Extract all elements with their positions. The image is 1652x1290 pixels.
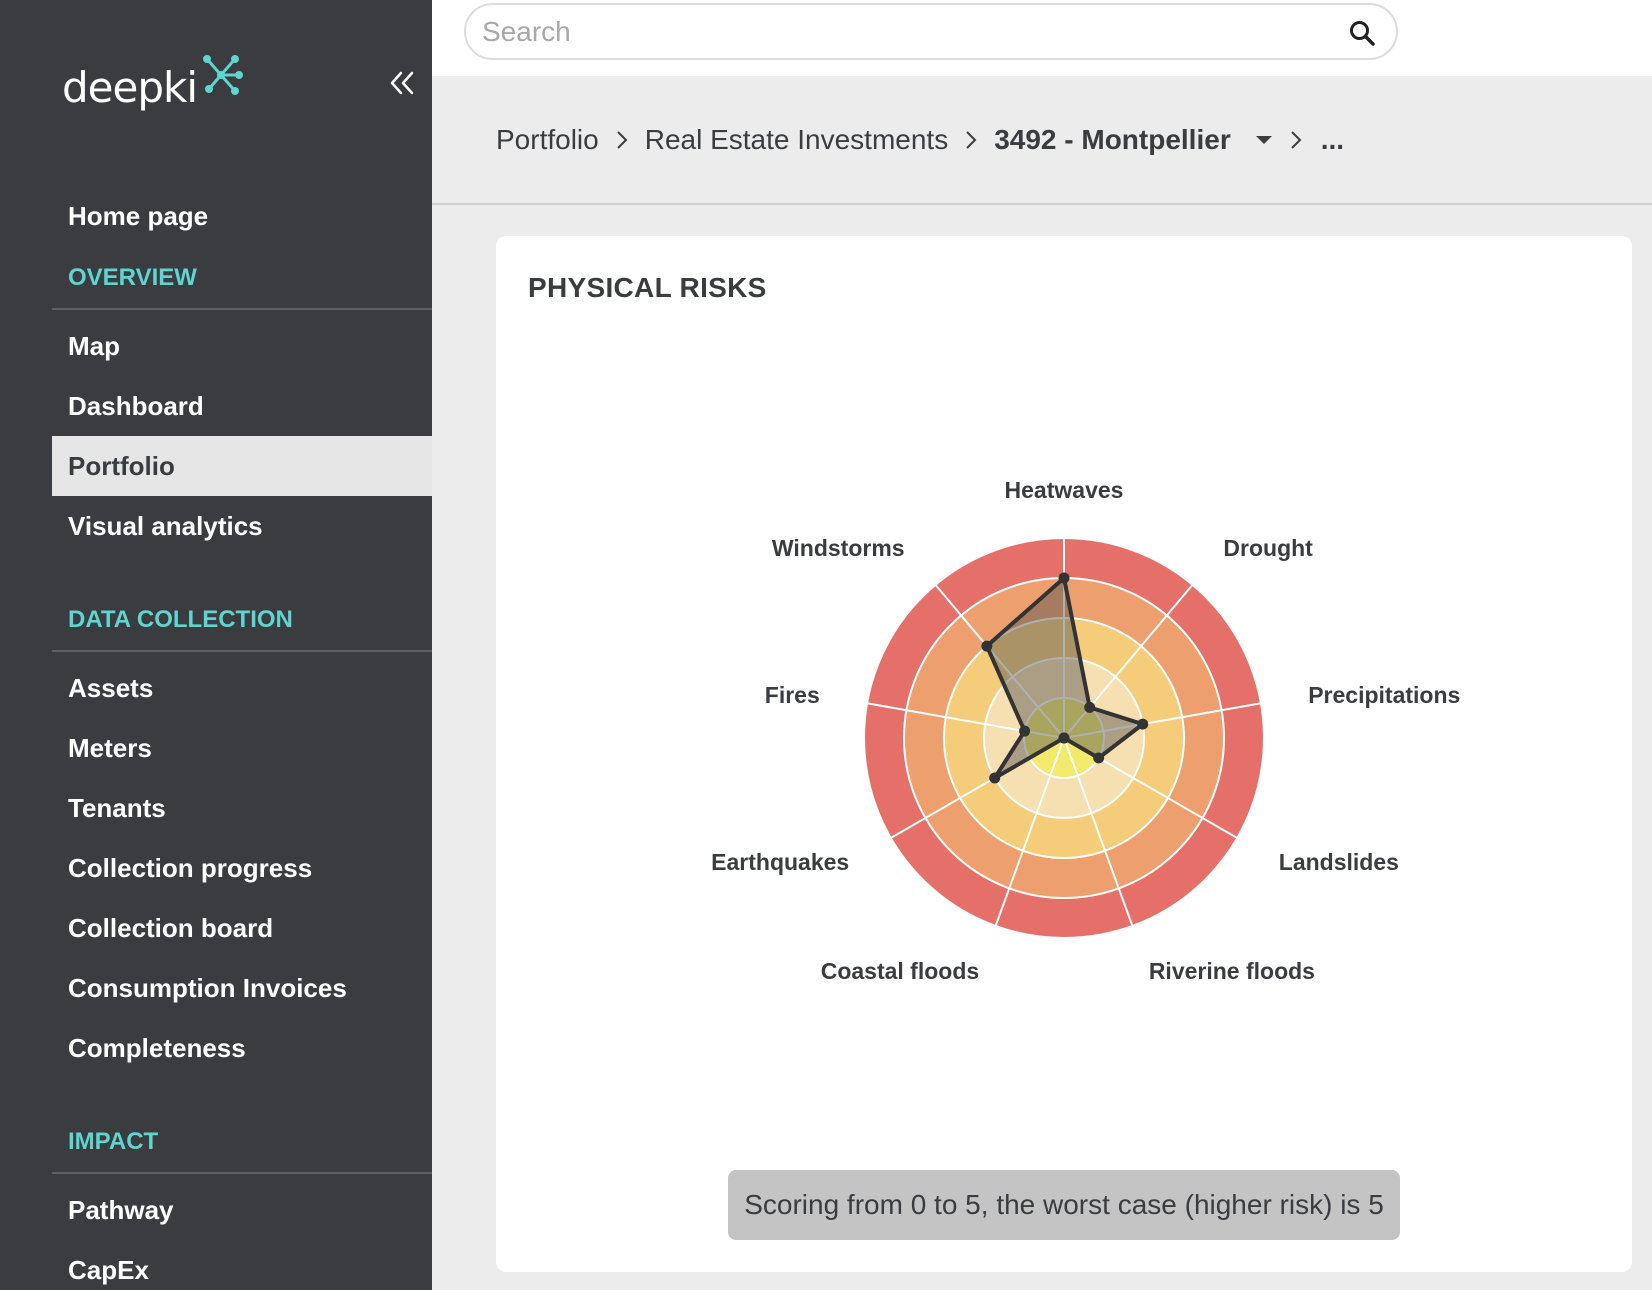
radar-axis-label: Precipitations (1308, 682, 1460, 708)
search-icon[interactable] (1348, 19, 1376, 47)
divider (432, 203, 1652, 205)
breadcrumb: Portfolio Real Estate Investments 3492 -… (496, 116, 1344, 164)
radar-axis-label: Riverine floods (1149, 958, 1315, 984)
sidebar-item-home-page[interactable]: Home page (52, 186, 432, 246)
logo-text: deepki (62, 62, 198, 112)
nav-section-header: IMPACT (52, 1110, 432, 1174)
sidebar-item-completeness[interactable]: Completeness (52, 1018, 432, 1078)
breadcrumb-portfolio[interactable]: Portfolio (496, 124, 599, 156)
scoring-note: Scoring from 0 to 5, the worst case (hig… (728, 1170, 1400, 1240)
chevron-right-icon (615, 129, 629, 151)
sidebar-item-assets[interactable]: Assets (52, 658, 432, 718)
collapse-sidebar-button[interactable] (385, 66, 419, 100)
deepki-logo[interactable]: deepki (62, 52, 243, 122)
chevron-right-icon (964, 129, 978, 151)
sidebar-item-collection-progress[interactable]: Collection progress (52, 838, 432, 898)
sidebar-item-map[interactable]: Map (52, 316, 432, 376)
search-box (464, 3, 1398, 60)
sidebar-item-meters[interactable]: Meters (52, 718, 432, 778)
radar-point-drought (1084, 701, 1096, 713)
sidebar-item-tenants[interactable]: Tenants (52, 778, 432, 838)
nav-section-header: OVERVIEW (52, 246, 432, 310)
radar-axis-label: Earthquakes (711, 849, 849, 875)
radar-point-precipitations (1137, 718, 1149, 730)
sidebar: deepki Home page OVERVIEW Map Dashboard … (0, 0, 432, 1290)
sidebar-item-visual-analytics[interactable]: Visual analytics (52, 496, 432, 556)
radar-point-landslides (1093, 752, 1105, 764)
sidebar-item-pathway[interactable]: Pathway (52, 1180, 432, 1240)
radar-axis-label: Heatwaves (1005, 477, 1124, 503)
breadcrumb-fund[interactable]: Real Estate Investments (645, 124, 948, 156)
radar-point-earthquakes (989, 772, 1001, 784)
sidebar-nav: Home page OVERVIEW Map Dashboard Portfolio Vi… (52, 186, 432, 1290)
caret-down-icon[interactable] (1255, 134, 1273, 146)
radar-axis-label: Windstorms (772, 535, 905, 561)
sidebar-item-consumption-invoices[interactable]: Consumption Invoices (52, 958, 432, 1018)
top-bar (432, 0, 1652, 76)
radar-point-windstorms (981, 640, 993, 652)
chevron-right-icon (1289, 129, 1303, 151)
radar-axis-label: Coastal floods (821, 958, 979, 984)
radar-point-coastal-floods (1058, 732, 1070, 744)
sidebar-item-portfolio[interactable]: Portfolio (52, 436, 432, 496)
sidebar-item-capex[interactable]: CapEx (52, 1240, 432, 1290)
breadcrumb-asset[interactable]: 3492 - Montpellier (994, 124, 1231, 156)
radar-point-heatwaves (1058, 572, 1070, 584)
physical-risks-radar-chart: Heatwaves Drought Precipitations Landslides… (711, 477, 1460, 984)
sidebar-item-collection-board[interactable]: Collection board (52, 898, 432, 958)
radar-axis-label: Drought (1223, 535, 1313, 561)
sidebar-item-dashboard[interactable]: Dashboard (52, 376, 432, 436)
double-chevron-left-icon (390, 71, 414, 95)
radar-point-fires (1019, 725, 1031, 737)
search-input[interactable] (482, 13, 1322, 51)
logo-network-icon (203, 55, 243, 95)
breadcrumb-more[interactable]: ... (1321, 124, 1344, 156)
radar-axis-label: Landslides (1279, 849, 1399, 875)
radar-axis-label: Fires (765, 682, 820, 708)
nav-section-header: DATA COLLECTION (52, 588, 432, 652)
physical-risks-card: PHYSICAL RISKS Heatwaves Drought Precipita… (496, 236, 1632, 1272)
